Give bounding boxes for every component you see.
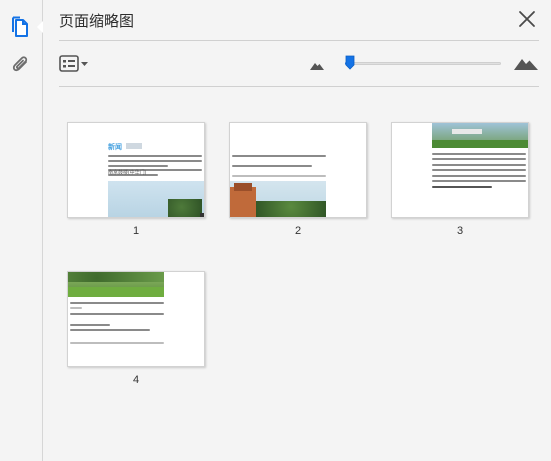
- thumbnail-text-line: [108, 160, 202, 162]
- close-button[interactable]: [517, 9, 537, 29]
- thumbnail-text-line: [70, 302, 164, 304]
- thumbnail-size-slider[interactable]: [345, 55, 501, 70]
- thumbnail-photo: [432, 123, 528, 148]
- list-view-dropdown-icon: [59, 55, 88, 72]
- paperclip-icon: [12, 56, 28, 72]
- page-thumbnail[interactable]: 新闻 南京鼓楼(中华门): [67, 122, 205, 218]
- zoom-out-button[interactable]: [309, 58, 325, 76]
- close-icon: [519, 11, 535, 27]
- thumbnail-photo-bridge: [452, 129, 482, 134]
- thumbnail-text-line: [432, 175, 526, 177]
- page-thumbnails-rail-button[interactable]: [6, 12, 43, 42]
- thumbnail-text-line: [232, 175, 326, 177]
- thumbnail-header-text: 新闻: [108, 144, 122, 151]
- thumbnails-panel: 页面缩略图 新闻 南京鼓楼(中华门) 1 2 3 4: [43, 0, 551, 461]
- slider-handle[interactable]: [345, 55, 355, 70]
- mountain-large-icon: [514, 59, 538, 70]
- thumbnail-photo-trees: [68, 272, 164, 282]
- thumbnail-text-line: [70, 307, 82, 309]
- header-divider: [59, 40, 539, 41]
- page-number: 4: [132, 374, 140, 386]
- thumbnail-text-line: [70, 342, 164, 344]
- page-thumbnail-cell: 新闻 南京鼓楼(中华门) 1: [67, 122, 205, 237]
- thumbnail-text-line: [432, 158, 526, 160]
- thumbnail-text-line: [70, 313, 164, 315]
- page-number: 3: [456, 225, 464, 237]
- thumbnail-text-line: [232, 155, 326, 157]
- thumbnail-photo-lawn: [432, 140, 528, 148]
- page-number: 2: [294, 225, 302, 237]
- view-options-button[interactable]: [59, 53, 93, 75]
- page-number: 1: [132, 225, 140, 237]
- left-tool-rail: [0, 0, 43, 461]
- thumbnail-text-line: [70, 324, 110, 326]
- thumbnail-text-line: [70, 329, 150, 331]
- thumbnail-text-line: [108, 155, 202, 157]
- attachments-rail-button[interactable]: [6, 50, 36, 80]
- thumbnail-text-line: [432, 164, 526, 166]
- thumbnail-photo-corner: [200, 213, 204, 217]
- thumbnail-text-line: [432, 180, 526, 182]
- page-thumbnails-icon: [12, 16, 28, 37]
- thumbnail-header-block: [126, 143, 142, 149]
- thumbnail-photo: [230, 181, 326, 217]
- thumbnail-photo-trees: [168, 199, 202, 217]
- page-thumbnail-cell: 3: [391, 122, 529, 237]
- thumbnail-text-line: [232, 165, 312, 167]
- page-thumbnail[interactable]: [391, 122, 529, 218]
- thumbnail-photo-trees: [256, 201, 326, 217]
- thumbnail-caption: 南京鼓楼(中华门): [108, 170, 147, 176]
- page-thumbnail-cell: 2: [229, 122, 367, 237]
- page-thumbnails-app: 页面缩略图 新闻 南京鼓楼(中华门) 1 2 3 4: [0, 0, 551, 461]
- slider-track: [345, 62, 501, 65]
- page-thumbnail[interactable]: [229, 122, 367, 218]
- panel-title: 页面缩略图: [59, 13, 135, 30]
- thumbnail-photo-tower: [230, 187, 256, 217]
- thumbnail-text-line: [432, 186, 492, 188]
- thumbnail-text-line: [108, 165, 168, 167]
- thumbnail-text-line: [432, 169, 526, 171]
- thumbnails-toolbar: [59, 50, 539, 78]
- thumbnail-photo-tower-top: [234, 183, 252, 191]
- page-thumbnail-cell: 4: [67, 271, 205, 386]
- thumbnail-photo: [108, 181, 204, 217]
- page-thumbnail[interactable]: [67, 271, 205, 367]
- thumbnail-text-line: [432, 153, 526, 155]
- zoom-in-button[interactable]: [513, 55, 539, 76]
- toolbar-divider: [59, 86, 539, 87]
- thumbnail-photo-lawn: [68, 287, 164, 297]
- mountain-small-icon: [310, 63, 324, 70]
- thumbnail-photo: [68, 272, 164, 297]
